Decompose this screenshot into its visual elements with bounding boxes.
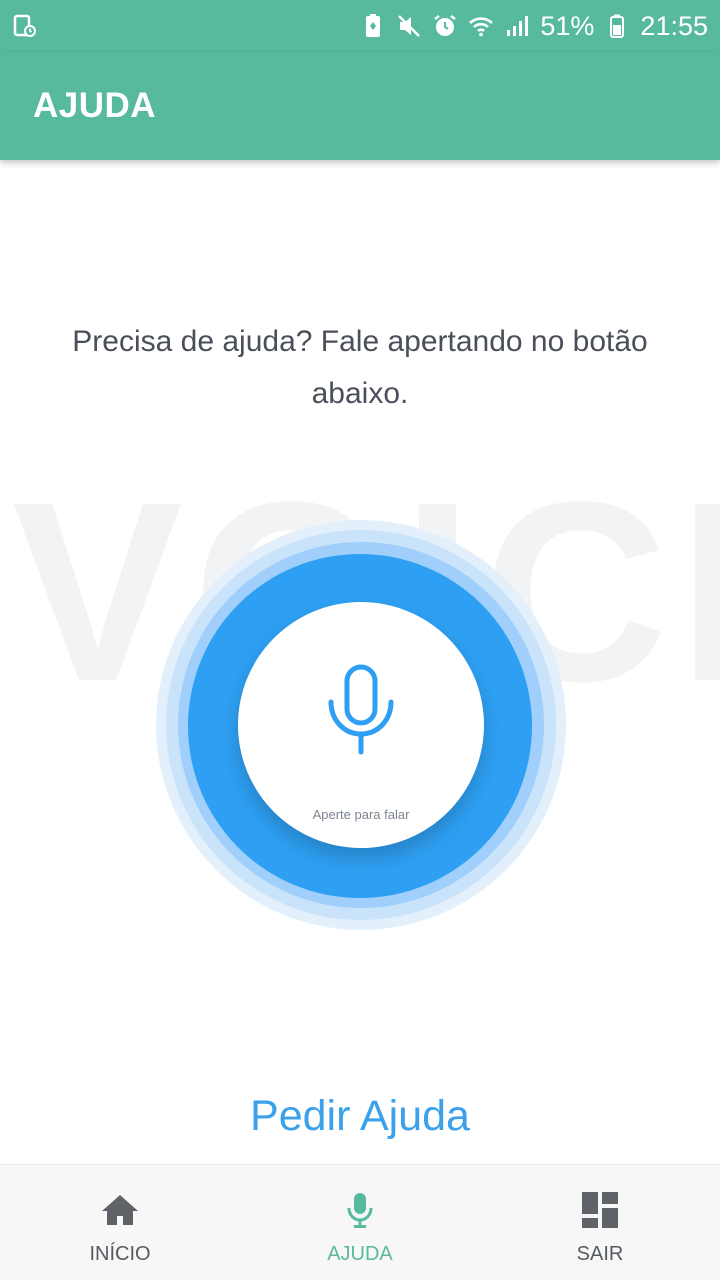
alarm-icon: [432, 13, 458, 39]
push-to-talk-button[interactable]: Aperte para falar: [238, 602, 484, 848]
screen-record-icon: [12, 13, 38, 39]
status-bar: 51% 21:55: [0, 0, 720, 52]
mic-hint: Aperte para falar: [312, 807, 410, 822]
help-prompt: Precisa de ajuda? Fale apertando no botã…: [72, 325, 648, 410]
request-help-link[interactable]: Pedir Ajuda: [0, 1092, 720, 1141]
home-icon: [99, 1189, 141, 1231]
status-time: 21:55: [640, 10, 708, 41]
microphone-icon: [325, 664, 397, 760]
nav-label-inicio: INÍCIO: [89, 1243, 151, 1265]
battery-saver-icon: [360, 13, 386, 39]
wifi-icon: [468, 13, 494, 39]
mic-button-area: Aperte para falar: [156, 520, 566, 930]
dashboard-icon: [579, 1189, 621, 1231]
nav-label-sair: SAIR: [576, 1243, 624, 1265]
nav-item-ajuda[interactable]: AJUDA: [240, 1165, 480, 1280]
nav-label-ajuda: AJUDA: [327, 1243, 393, 1265]
app-bar: AJUDA: [0, 52, 720, 160]
battery-percent: 51%: [540, 10, 595, 41]
battery-icon: [604, 13, 630, 39]
bottom-navigation: INÍCIO AJUDA SAIR: [0, 1164, 720, 1280]
microphone-icon: [339, 1189, 381, 1231]
nav-item-inicio[interactable]: INÍCIO: [0, 1165, 240, 1280]
page-title: AJUDA: [33, 86, 157, 125]
mute-icon: [396, 13, 422, 39]
signal-icon: [504, 13, 530, 39]
nav-item-sair[interactable]: SAIR: [480, 1165, 720, 1280]
